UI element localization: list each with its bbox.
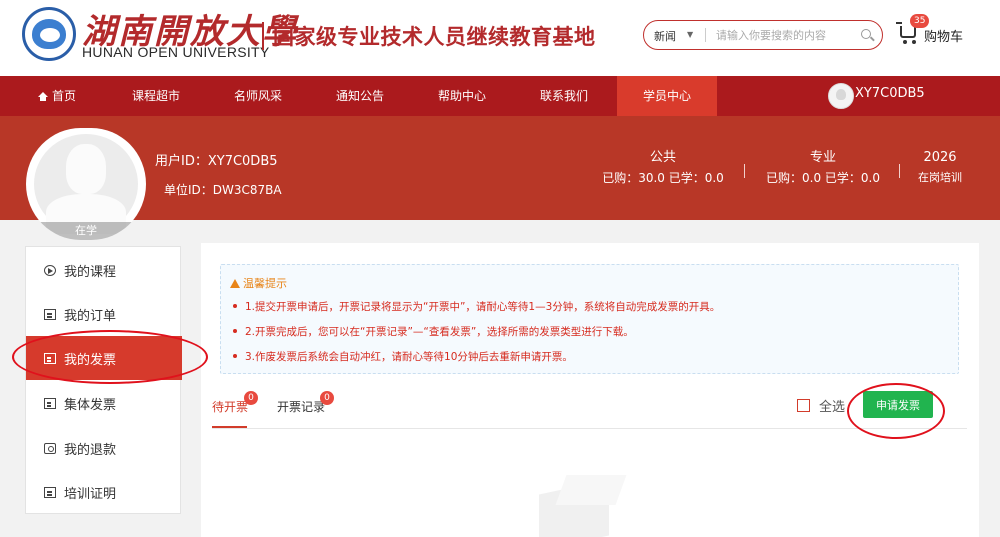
site-slogan: 国家级专业技术人员继续教育基地 [273,25,596,49]
refund-icon [44,443,56,454]
stat-title: 公共 [649,150,676,165]
avatar[interactable] [828,83,854,109]
sidebar-item-label: 我的发票 [64,353,117,368]
search-bar: 新闻 ▼ [643,20,883,50]
tip-line: 2.开票完成后，您可以在“开票记录”—“查看发票”，选择所需的发票类型进行下载。 [233,324,634,339]
play-circle-icon [44,265,56,276]
tip-line: 1.提交开票申请后，开票记录将显示为“开票中”，请耐心等待1—3分钟，系统将自动… [233,299,720,314]
stat-title: 专业 [809,150,836,165]
tabs-divider [212,428,967,429]
stat-value: 已购：0.0 已学：0.0 [766,171,880,185]
tips-box: 温馨提示 1.提交开票申请后，开票记录将显示为“开票中”，请耐心等待1—3分钟，… [220,264,959,374]
tip-text: 3.作废发票后系统会自动冲红，请耐心等待10分钟后去重新申请开票。 [245,351,573,363]
cart-button[interactable]: 35 购物车 [896,14,978,48]
stat-divider [899,164,900,178]
sidebar-item-training-certificate[interactable]: 培训证明 [26,470,182,514]
sidebar-item-label: 集体发票 [64,398,117,413]
warning-icon [230,279,240,288]
sidebar-item-label: 我的订单 [64,309,117,324]
search-input[interactable] [716,27,854,43]
sidebar-item-my-orders[interactable]: 我的订单 [26,292,182,336]
user-id: 用户ID：XY7C0DB5 [155,154,278,169]
logo-divider [262,22,264,50]
tip-text: 2.开票完成后，您可以在“开票记录”—“查看发票”，选择所需的发票类型进行下载。 [245,326,634,338]
tab-pending-invoice[interactable]: 待开票 0 [212,391,258,415]
nav-item-course-market[interactable]: 课程超市 [132,76,180,116]
university-emblem-icon[interactable] [22,7,76,61]
cart-wheel [903,40,907,44]
stat-value: 已购：30.0 已学：0.0 [602,171,724,185]
nav-item-notices[interactable]: 通知公告 [336,76,384,116]
shopping-cart-icon[interactable] [896,22,916,38]
apply-invoice-button[interactable]: 申请发票 [863,391,933,418]
sidebar-item-label: 培训证明 [64,487,117,502]
home-icon [38,92,48,101]
nav-item-label: 首页 [52,89,77,103]
empty-state-illustration [521,475,631,537]
sidebar-item-my-courses[interactable]: 我的课程 [26,248,182,292]
nav-item-home[interactable]: 首页 [38,76,76,116]
group-invoice-icon [44,398,56,409]
bullet-icon [233,354,237,358]
student-status-label: 在学 [26,222,146,240]
stat-title: 2026 [923,150,957,165]
tab-count-badge: 0 [320,391,334,405]
search-icon[interactable] [861,29,871,39]
chevron-down-icon[interactable]: ▼ [687,30,693,39]
sidebar-item-my-refunds[interactable]: 我的退款 [26,426,182,470]
sidebar-item-label: 我的课程 [64,265,117,280]
tab-count-badge: 0 [244,391,258,405]
nav-item-help[interactable]: 帮助中心 [438,76,486,116]
stat-divider [744,164,745,178]
unit-id: 单位ID：DW3C87BA [164,183,282,197]
sidebar-item-group-invoices[interactable]: 集体发票 [26,381,182,425]
tip-text: 1.提交开票申请后，开票记录将显示为“开票中”，请耐心等待1—3分钟，系统将自动… [245,301,721,313]
sidebar: 我的课程 我的订单 我的发票 集体发票 我的退款 培训证明 [25,246,182,514]
main-nav: 首页 课程超市 名师风采 通知公告 帮助中心 联系我们 学员中心 XY7C0DB… [0,76,1000,116]
cart-label[interactable]: 购物车 [924,26,963,45]
invoice-panel: 温馨提示 1.提交开票申请后，开票记录将显示为“开票中”，请耐心等待1—3分钟，… [201,243,979,537]
nav-item-teachers[interactable]: 名师风采 [234,76,282,116]
site-header: 湖南開放大學 HUNAN OPEN UNIVERSITY 国家级专业技术人员继续… [0,0,1000,76]
logo-english-name[interactable]: HUNAN OPEN UNIVERSITY [82,44,270,60]
tab-label: 待开票 [212,400,249,414]
search-category-select[interactable]: 新闻 [654,28,676,44]
stat-public: 公共 已购：30.0 已学：0.0 [602,150,724,186]
certificate-icon [44,487,56,498]
select-all-checkbox[interactable] [797,399,810,412]
sidebar-item-label: 我的退款 [64,443,117,458]
cart-wheel [912,40,916,44]
tips-title-text: 温馨提示 [243,277,287,290]
bullet-icon [233,304,237,308]
nav-item-student-center[interactable]: 学员中心 [617,76,717,116]
avatar-head [66,144,106,194]
tab-label: 开票记录 [277,400,326,414]
order-icon [44,309,56,320]
tip-line: 3.作废发票后系统会自动冲红，请耐心等待10分钟后去重新申请开票。 [233,349,573,364]
bullet-icon [233,329,237,333]
stat-value: 在岗培训 [918,171,962,184]
select-all-label[interactable]: 全选 [819,396,845,415]
stat-year: 2026 在岗培训 [912,150,968,186]
profile-avatar[interactable]: 在学 [26,128,146,240]
nav-item-contact[interactable]: 联系我们 [540,76,588,116]
tips-title: 温馨提示 [230,275,287,291]
tab-invoice-records[interactable]: 开票记录 0 [277,391,334,415]
stat-professional: 专业 已购：0.0 已学：0.0 [764,150,882,186]
sidebar-item-my-invoices[interactable]: 我的发票 [26,336,182,380]
nav-username[interactable]: XY7C0DB5 [855,86,925,101]
search-divider [705,28,706,42]
invoice-icon [44,353,56,364]
